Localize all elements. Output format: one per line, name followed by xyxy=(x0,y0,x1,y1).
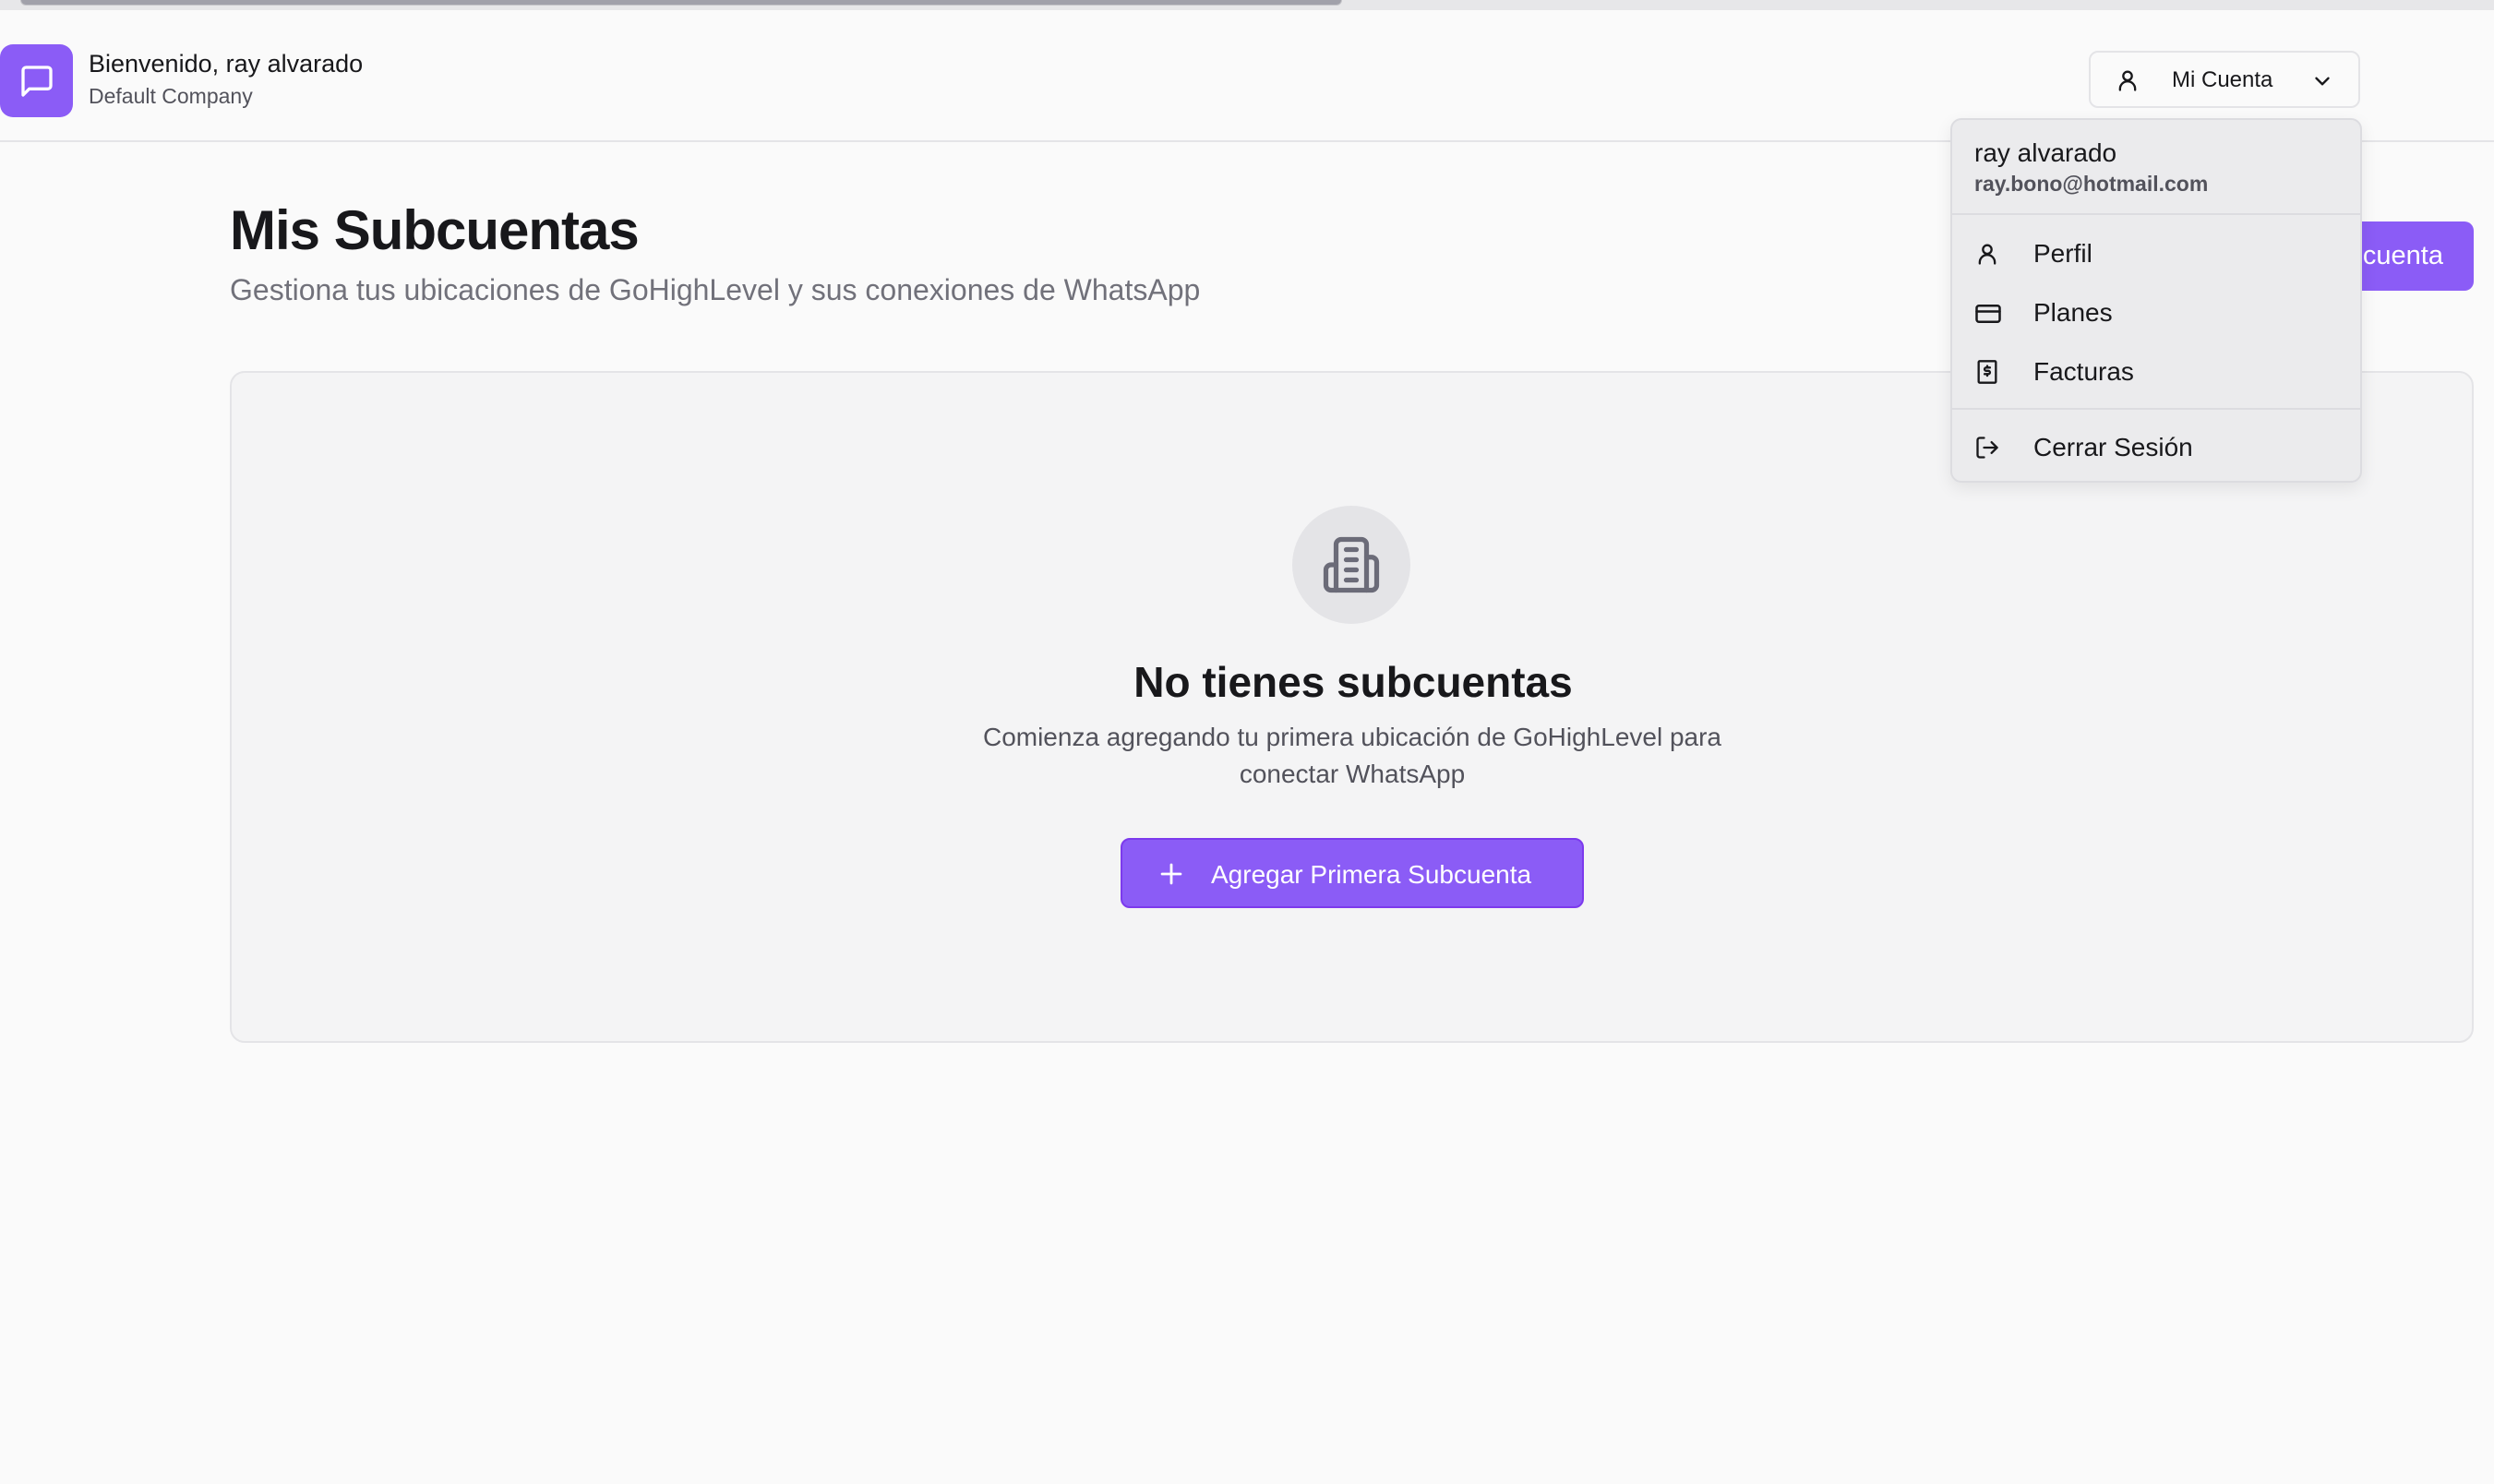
account-menu-button[interactable]: Mi Cuenta xyxy=(2089,51,2360,108)
dropdown-divider xyxy=(1952,213,2360,215)
empty-state-title: No tienes subcuentas xyxy=(1133,658,1573,706)
receipt-icon xyxy=(1974,359,2000,389)
add-first-subaccount-label: Agregar Primera Subcuenta xyxy=(1211,860,1532,889)
menu-item-planes[interactable]: Planes xyxy=(1952,285,2360,341)
account-menu-label: Mi Cuenta xyxy=(2172,67,2273,92)
empty-state-description: Comienza agregando tu primera ubicación … xyxy=(982,723,1722,788)
add-first-subaccount-button[interactable]: Agregar Primera Subcuenta xyxy=(1121,838,1584,908)
dropdown-user-name: ray alvarado xyxy=(1974,138,2117,167)
chevron-down-icon xyxy=(2310,69,2334,98)
building-icon xyxy=(1292,506,1410,624)
user-icon xyxy=(2115,67,2140,98)
menu-item-facturas[interactable]: Facturas xyxy=(1952,344,2360,400)
add-subaccount-button-label: cuenta xyxy=(2362,241,2443,270)
browser-top-strip xyxy=(0,0,2494,10)
horizontal-scrollbar[interactable] xyxy=(20,0,1342,6)
menu-item-label: Perfil xyxy=(2033,239,2092,268)
credit-card-icon xyxy=(1974,300,2002,332)
user-icon xyxy=(1974,241,2000,271)
plus-icon xyxy=(1156,858,1187,894)
page-subtitle: Gestiona tus ubicaciones de GoHighLevel … xyxy=(230,273,1201,306)
dropdown-user-email: ray.bono@hotmail.com xyxy=(1974,172,2209,196)
page-title: Mis Subcuentas xyxy=(230,199,640,261)
dropdown-divider xyxy=(1952,408,2360,410)
menu-item-perfil[interactable]: Perfil xyxy=(1952,226,2360,281)
menu-item-label: Facturas xyxy=(2033,357,2134,386)
logout-icon xyxy=(1974,435,2000,465)
welcome-text: Bienvenido, ray alvarado xyxy=(89,50,364,78)
menu-item-logout[interactable]: Cerrar Sesión xyxy=(1952,420,2360,475)
menu-item-label: Cerrar Sesión xyxy=(2033,433,2193,461)
chat-logo-icon xyxy=(0,44,73,117)
company-name: Default Company xyxy=(89,84,253,108)
account-dropdown-menu: ray alvarado ray.bono@hotmail.com Perfil… xyxy=(1950,118,2362,483)
menu-item-label: Planes xyxy=(2033,298,2113,327)
